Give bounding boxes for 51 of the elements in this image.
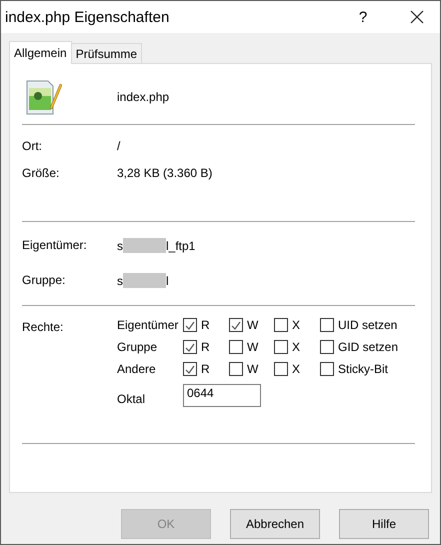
checkbox[interactable] <box>320 318 334 332</box>
checkbox[interactable] <box>274 318 288 332</box>
close-icon <box>410 10 424 24</box>
name-end: l <box>166 274 169 288</box>
row-label: Andere <box>117 362 157 376</box>
checkbox-label: GID setzen <box>338 340 398 354</box>
checkbox-label: X <box>292 318 300 332</box>
window-title: index.php Eigenschaften <box>5 8 170 26</box>
checkbox[interactable] <box>274 362 288 376</box>
name-start: s <box>117 274 123 288</box>
redaction-bar <box>123 273 166 288</box>
checkbox-label: UID setzen <box>338 318 398 332</box>
redaction-bar <box>123 238 166 253</box>
field-value: 3,28 KB (3.360 B) <box>117 166 214 180</box>
php-file-icon <box>26 78 62 116</box>
field-label: Rechte: <box>22 319 64 336</box>
checkbox-label: X <box>292 340 300 354</box>
help-button[interactable]: ? <box>340 1 386 33</box>
field-label: Ort: <box>22 139 43 153</box>
checkbox[interactable] <box>320 362 334 376</box>
field-label: Größe: <box>22 166 60 180</box>
tab[interactable]: Prüfsumme <box>72 43 142 63</box>
checkbox-label: R <box>201 318 210 332</box>
dialog-button[interactable]: Hilfe <box>339 509 429 539</box>
checkbox-label: W <box>247 362 258 376</box>
row-label: Gruppe <box>117 340 158 354</box>
row-label: Oktal <box>117 390 146 406</box>
checkbox-label: Sticky-Bit <box>338 362 388 376</box>
checkbox-label: W <box>247 340 258 354</box>
checkbox[interactable] <box>183 362 197 376</box>
field-value: / <box>117 139 122 153</box>
checkbox-label: W <box>247 318 258 332</box>
checkbox[interactable] <box>320 340 334 354</box>
octal-field[interactable]: 0644 <box>183 384 261 407</box>
field-label: Eigentümer: <box>22 238 88 253</box>
row-label: Eigentümer <box>117 318 180 332</box>
name-end: l_ftp1 <box>166 238 196 252</box>
checkbox[interactable] <box>274 340 288 354</box>
checkbox-label: R <box>201 340 210 354</box>
checkbox[interactable] <box>229 340 243 354</box>
checkbox[interactable] <box>229 362 243 376</box>
checkbox-label: X <box>292 362 300 376</box>
file-name: index.php <box>117 90 170 104</box>
checkbox[interactable] <box>183 318 197 332</box>
checkbox-label: R <box>201 362 210 376</box>
dialog-button[interactable]: Abbrechen <box>230 509 320 539</box>
field-label: Gruppe: <box>22 273 66 288</box>
tab[interactable]: Allgemein <box>9 41 72 64</box>
checkbox[interactable] <box>229 318 243 332</box>
checkbox[interactable] <box>183 340 197 354</box>
name-start: s <box>117 238 123 252</box>
